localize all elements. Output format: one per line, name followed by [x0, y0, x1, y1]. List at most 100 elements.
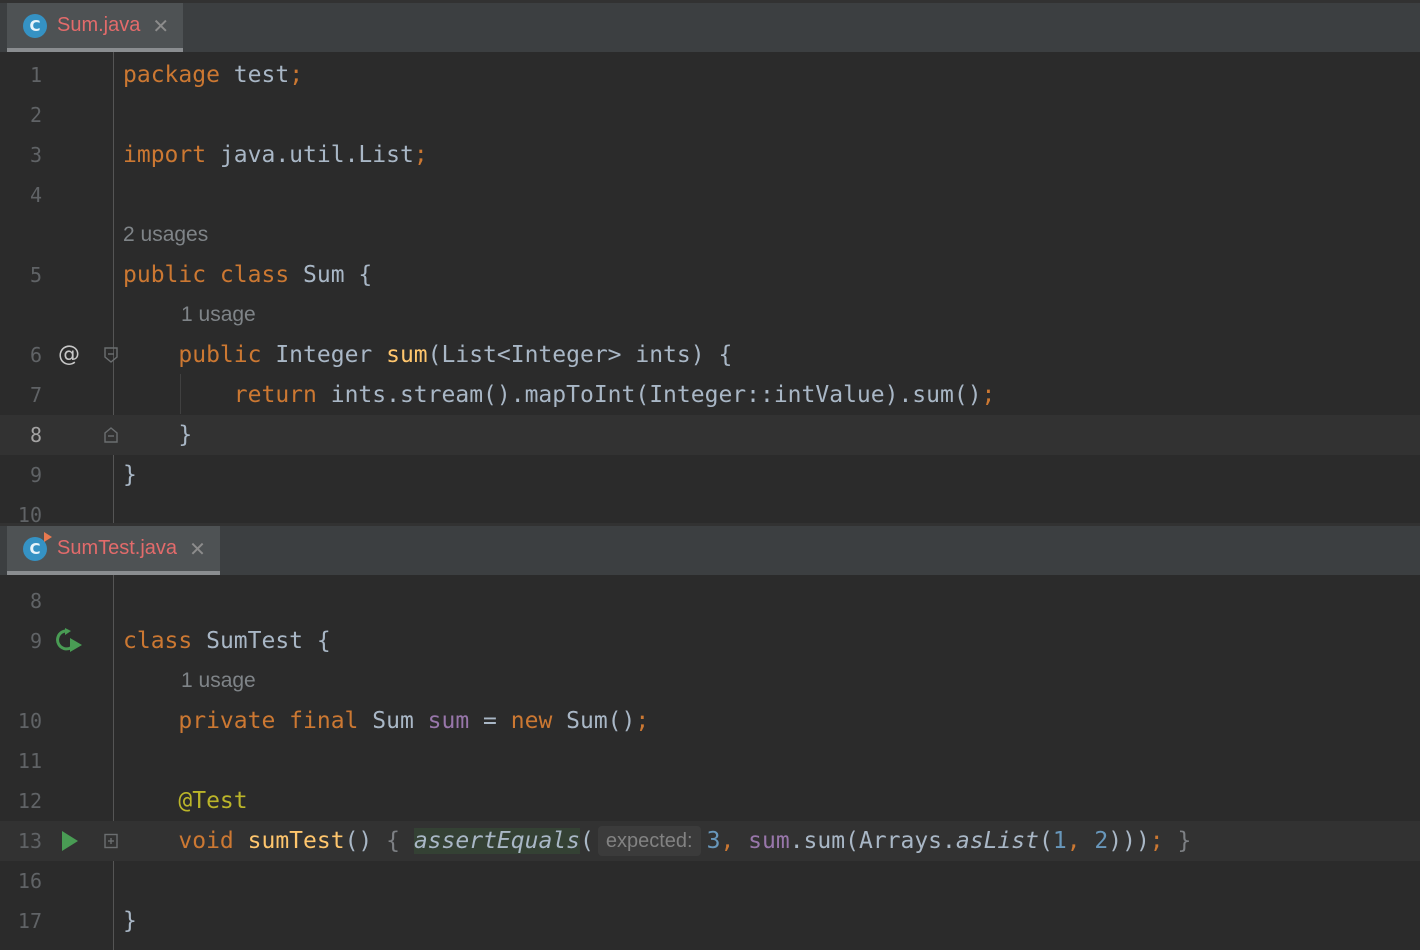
sumtest-editor-pane: C SumTest.java ✕ 8 9 class SumTest { 1 u… — [0, 523, 1420, 950]
line-number: 10 — [17, 709, 42, 733]
comma: , — [720, 828, 735, 854]
line-number: 8 — [29, 423, 42, 447]
keyword: public — [178, 342, 262, 368]
semicolon: ; — [635, 708, 650, 734]
code-text: ( — [580, 828, 594, 854]
line-number: 11 — [17, 749, 42, 773]
keyword: package — [123, 62, 220, 88]
code-text: Sum() — [552, 708, 636, 734]
code-line: 6 @ public Integer sum(List<Integer> int… — [0, 335, 1420, 375]
tab-sumtest-java[interactable]: C SumTest.java ✕ — [7, 526, 220, 575]
keyword: class — [123, 628, 193, 654]
code-text: SumTest { — [192, 628, 331, 654]
editor-tab-bar: C SumTest.java ✕ — [0, 523, 1420, 575]
folded-brace[interactable]: } — [1164, 828, 1192, 854]
line-number: 4 — [29, 183, 42, 207]
method-name: sum — [386, 342, 428, 368]
code-line: 8 — [0, 581, 1420, 621]
usages-hint[interactable]: 1 usage — [181, 661, 256, 701]
semicolon: ; — [289, 62, 304, 88]
line-number: 13 — [17, 829, 42, 853]
current-code-line: 13 void sumTest() { assertEquals(expecte… — [0, 821, 1420, 861]
code-text: .sum(Arrays. — [789, 828, 956, 854]
folded-brace[interactable]: { — [386, 828, 400, 854]
code-line: 1 package test; — [0, 55, 1420, 95]
field-name: sum — [734, 828, 790, 854]
usages-hint-line: 1 usage — [0, 661, 1420, 701]
fold-expand-icon[interactable] — [104, 833, 118, 849]
usages-hint[interactable]: 1 usage — [181, 295, 256, 335]
code-line: 9 class SumTest { — [0, 621, 1420, 661]
java-test-class-icon: C — [23, 531, 52, 561]
current-code-line: 8 } — [0, 415, 1420, 455]
keyword: private final — [178, 708, 359, 734]
code-text: } — [123, 462, 137, 488]
usages-hint-line: 2 usages — [0, 215, 1420, 255]
code-line: 5 public class Sum { — [0, 255, 1420, 295]
line-number: 17 — [17, 909, 42, 933]
line-number: 6 — [29, 343, 42, 367]
semicolon: ; — [981, 382, 996, 408]
code-editor[interactable]: 8 9 class SumTest { 1 usage 10 private f… — [0, 575, 1420, 950]
method-name: sumTest — [233, 828, 345, 854]
semicolon: ; — [413, 142, 428, 168]
tab-sum-java[interactable]: C Sum.java ✕ — [7, 3, 184, 52]
code-text: ints.stream().mapToInt(Integer::intValue… — [316, 382, 982, 408]
line-number: 7 — [29, 383, 42, 407]
code-line: 12 @Test — [0, 781, 1420, 821]
field-name: sum — [427, 708, 470, 734]
code-line: 7 return ints.stream().mapToInt(Integer:… — [0, 375, 1420, 415]
code-line: 11 — [0, 741, 1420, 781]
code-line: 4 — [0, 175, 1420, 215]
code-line: 9 } — [0, 455, 1420, 495]
semicolon: ; — [1149, 828, 1164, 854]
code-text: ))) — [1108, 828, 1150, 854]
static-method-call: assertEquals — [413, 828, 580, 854]
code-line: 10 private final Sum sum = new Sum(); — [0, 701, 1420, 741]
line-number: 8 — [29, 589, 42, 613]
line-number: 12 — [17, 789, 42, 813]
tab-label: SumTest.java — [57, 537, 178, 559]
code-text: } — [123, 908, 137, 934]
line-number: 16 — [17, 869, 42, 893]
operator: = — [469, 708, 511, 734]
type-name: Sum — [358, 708, 428, 734]
fold-collapse-icon[interactable] — [104, 347, 118, 363]
java-class-icon: C — [23, 13, 47, 38]
keyword: import — [123, 142, 207, 168]
code-line: 17 } — [0, 901, 1420, 941]
run-test-icon[interactable] — [60, 830, 80, 852]
code-text: (List<Integer> ints) { — [427, 342, 733, 368]
keyword: new — [510, 708, 553, 734]
number-literal: 1 — [1052, 828, 1067, 854]
code-text: () — [344, 828, 387, 854]
line-number: 3 — [29, 143, 42, 167]
line-number: 9 — [29, 463, 42, 487]
line-number: 10 — [17, 503, 42, 523]
line-number: 9 — [29, 629, 42, 653]
usages-hint-line: 1 usage — [0, 295, 1420, 335]
run-tests-icon[interactable] — [54, 627, 84, 655]
fold-end-icon[interactable] — [104, 427, 118, 443]
keyword: void — [178, 828, 234, 854]
number-literal: 2 — [1094, 828, 1109, 854]
sum-editor-pane: C Sum.java ✕ 1 package test; 2 3 import … — [0, 0, 1420, 523]
code-line: 2 — [0, 95, 1420, 135]
code-text: ( — [1038, 828, 1053, 854]
code-line: 16 — [0, 861, 1420, 901]
static-method-call: asList — [955, 828, 1039, 854]
code-text: } — [123, 422, 193, 448]
keyword: public class — [123, 262, 290, 288]
code-text: Sum { — [289, 262, 373, 288]
usages-hint[interactable]: 2 usages — [123, 215, 208, 255]
code-editor[interactable]: 1 package test; 2 3 import java.util.Lis… — [0, 52, 1420, 523]
line-number: 2 — [29, 103, 42, 127]
implements-at-icon[interactable]: @ — [58, 335, 80, 375]
editor-tab-bar: C Sum.java ✕ — [0, 0, 1420, 52]
annotation: @Test — [178, 788, 248, 814]
number-literal: 3 — [706, 828, 721, 854]
tab-label: Sum.java — [57, 14, 141, 36]
line-number: 1 — [29, 63, 42, 87]
close-tab-icon[interactable]: ✕ — [189, 537, 206, 561]
close-tab-icon[interactable]: ✕ — [152, 14, 169, 38]
